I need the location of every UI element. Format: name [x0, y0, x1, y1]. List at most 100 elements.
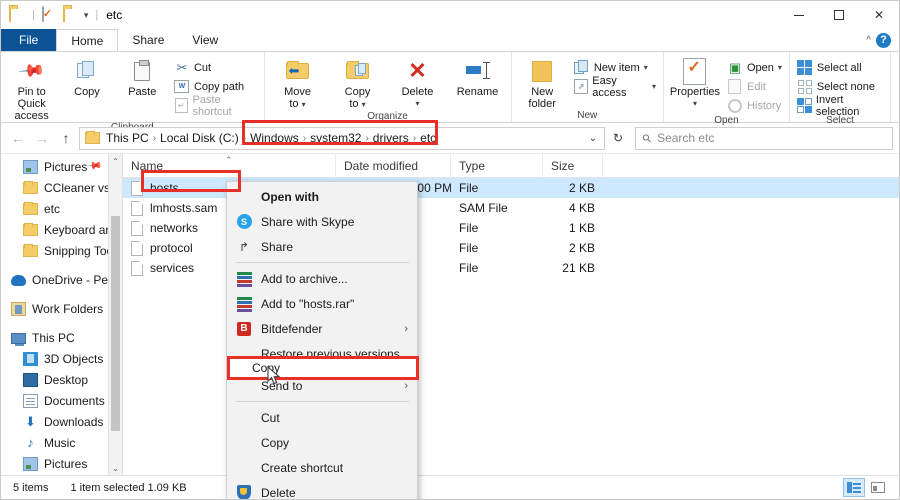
breadcrumb-this-pc[interactable]: This PC — [103, 131, 152, 145]
sidebar-item-etc[interactable]: etc — [1, 198, 122, 219]
tab-view[interactable]: View — [178, 29, 232, 51]
scrollbar-thumb[interactable] — [111, 216, 120, 431]
context-menu-item-copy[interactable]: Copy — [227, 430, 417, 455]
history-button[interactable]: History — [724, 96, 785, 115]
move-to-button[interactable]: ⬅ Move to ▾ — [269, 56, 327, 111]
sidebar-item-downloads[interactable]: ⬇ Downloads — [1, 411, 122, 432]
breadcrumb-etc[interactable]: etc — [417, 131, 439, 145]
sidebar-item-onedrive[interactable]: OneDrive - Persor — [1, 269, 122, 290]
scroll-up-icon[interactable]: ⌃ — [109, 154, 122, 168]
copy-to-button[interactable]: Copy to ▾ — [329, 56, 387, 111]
work-folders-icon — [11, 301, 26, 316]
delete-icon: ✕ — [408, 58, 427, 83]
breadcrumb-system32[interactable]: system32 — [307, 131, 364, 145]
close-icon[interactable]: ✕ — [859, 1, 899, 29]
maximize-button[interactable] — [819, 1, 859, 29]
context-menu-item-add-to-archive[interactable]: Add to archive... — [227, 266, 417, 291]
sidebar-item-3d-objects[interactable]: 3D Objects — [1, 348, 122, 369]
collapse-ribbon-icon[interactable]: ^ — [866, 35, 871, 46]
easy-access-button[interactable]: ⇗ Easy access ▾ — [571, 75, 659, 99]
select-all-button[interactable]: Select all — [794, 58, 886, 77]
context-menu-item-delete[interactable]: Delete — [227, 480, 417, 499]
chevron-down-icon[interactable]: ▾ — [693, 98, 697, 110]
sidebar-item-label: Work Folders — [32, 301, 104, 316]
open-button[interactable]: ▣ Open ▾ — [724, 58, 785, 77]
column-header-type[interactable]: Type — [451, 153, 543, 178]
copy-button[interactable]: Copy — [60, 56, 113, 98]
search-input[interactable]: ⚲ Search etc — [635, 126, 893, 150]
invert-selection-button[interactable]: Invert selection — [794, 93, 886, 118]
paste-button[interactable]: Paste — [116, 56, 169, 98]
sidebar-item-music[interactable]: ♪ Music — [1, 432, 122, 453]
folder-icon — [23, 222, 38, 236]
sidebar-item-work-folders[interactable]: Work Folders — [1, 298, 122, 319]
tab-file[interactable]: File — [1, 29, 57, 51]
copy-path-icon: W — [174, 79, 190, 95]
context-menu-item-add-to-hosts-rar[interactable]: Add to "hosts.rar" — [227, 291, 417, 316]
address-input[interactable]: This PC › Local Disk (C:) › Windows › sy… — [79, 126, 605, 150]
new-folder-icon[interactable] — [62, 6, 79, 23]
cut-button[interactable]: ✂ Cut — [171, 58, 260, 77]
tab-home[interactable]: Home — [56, 29, 119, 51]
status-bar: 5 items 1 item selected 1.09 KB — [1, 475, 899, 499]
rename-button[interactable]: Rename — [449, 56, 507, 98]
context-menu-item-send-to[interactable]: Send to › — [227, 373, 417, 398]
sidebar-item-pictures-quick[interactable]: Pictures 📌 — [1, 156, 122, 177]
refresh-icon[interactable]: ↻ — [607, 127, 629, 150]
command-label: Invert selection — [815, 93, 860, 118]
tiles-view-icon[interactable] — [867, 478, 889, 497]
context-menu-item-bitdefender[interactable]: B Bitdefender › — [227, 316, 417, 341]
sidebar-item-pictures[interactable]: Pictures — [1, 453, 122, 474]
search-placeholder: Search etc — [657, 131, 715, 145]
context-menu-item-share-with-skype[interactable]: S Share with Skype — [227, 209, 417, 234]
file-size-cell: 2 KB — [568, 181, 595, 195]
folder-icon[interactable] — [9, 6, 25, 23]
details-view-icon[interactable] — [843, 478, 865, 497]
column-header-date-modified[interactable]: Date modified — [336, 153, 451, 178]
chevron-down-icon[interactable]: ▾ — [84, 10, 89, 21]
menu-item-label: Add to "hosts.rar" — [261, 296, 355, 311]
address-bar: ← → ↑ This PC › Local Disk (C:) › Window… — [1, 123, 899, 153]
context-menu-item-cut[interactable]: Cut — [227, 405, 417, 430]
chevron-right-icon: › — [404, 322, 408, 335]
minimize-button[interactable] — [779, 1, 819, 29]
context-menu-item-create-shortcut[interactable]: Create shortcut — [227, 455, 417, 480]
sidebar-item-documents[interactable]: Documents — [1, 390, 122, 411]
sidebar-item-snipping-tool[interactable]: Snipping Tool — [1, 240, 122, 261]
context-menu-item-share[interactable]: ↱ Share — [227, 234, 417, 259]
breadcrumb-local-disk[interactable]: Local Disk (C:) — [157, 131, 242, 145]
sidebar-item-desktop[interactable]: Desktop — [1, 369, 122, 390]
ribbon-group-open: Properties ▾ ▣ Open ▾ Edit Hist — [662, 52, 789, 126]
context-menu-item-open-with[interactable]: Open with — [227, 184, 417, 209]
paste-shortcut-button[interactable]: ↵ Paste shortcut — [171, 94, 260, 118]
pin-to-quick-access-button[interactable]: 📌 Pin to Quick access — [5, 56, 58, 122]
column-header-size[interactable]: Size — [543, 153, 603, 178]
chevron-down-icon[interactable]: ▾ — [416, 98, 420, 110]
command-label: Select all — [816, 61, 862, 74]
sidebar-scrollbar[interactable]: ⌃ ⌄ — [108, 154, 122, 475]
address-dropdown-icon[interactable]: ⌄ — [584, 133, 602, 144]
help-icon[interactable]: ? — [876, 32, 891, 48]
sidebar-item-this-pc[interactable]: This PC — [1, 327, 122, 348]
chevron-down-icon[interactable]: ▾ — [778, 63, 782, 72]
command-label: History — [746, 99, 782, 112]
delete-button[interactable]: ✕ Delete ▾ — [389, 56, 447, 110]
new-folder-button[interactable]: New folder — [516, 56, 569, 110]
chevron-down-icon[interactable]: ▾ — [644, 63, 648, 72]
sidebar-item-ccleaner[interactable]: CCleaner vs Ava — [1, 177, 122, 198]
properties-icon[interactable] — [41, 6, 58, 23]
chevron-down-icon[interactable]: ▾ — [652, 82, 656, 91]
breadcrumb-windows[interactable]: Windows — [247, 131, 302, 145]
edit-button[interactable]: Edit — [724, 77, 785, 96]
copy-to-icon — [345, 58, 370, 84]
properties-button[interactable]: Properties ▾ — [668, 56, 722, 110]
sidebar-item-keyboard[interactable]: Keyboard and M — [1, 219, 122, 240]
file-type-cell: File — [459, 241, 479, 255]
tab-share[interactable]: Share — [118, 29, 178, 51]
file-type-cell: File — [459, 261, 479, 275]
scroll-down-icon[interactable]: ⌄ — [109, 461, 122, 475]
sidebar-item-label: Music — [44, 435, 76, 450]
breadcrumb-drivers[interactable]: drivers — [370, 131, 412, 145]
sidebar-item-label: Documents — [44, 393, 105, 408]
